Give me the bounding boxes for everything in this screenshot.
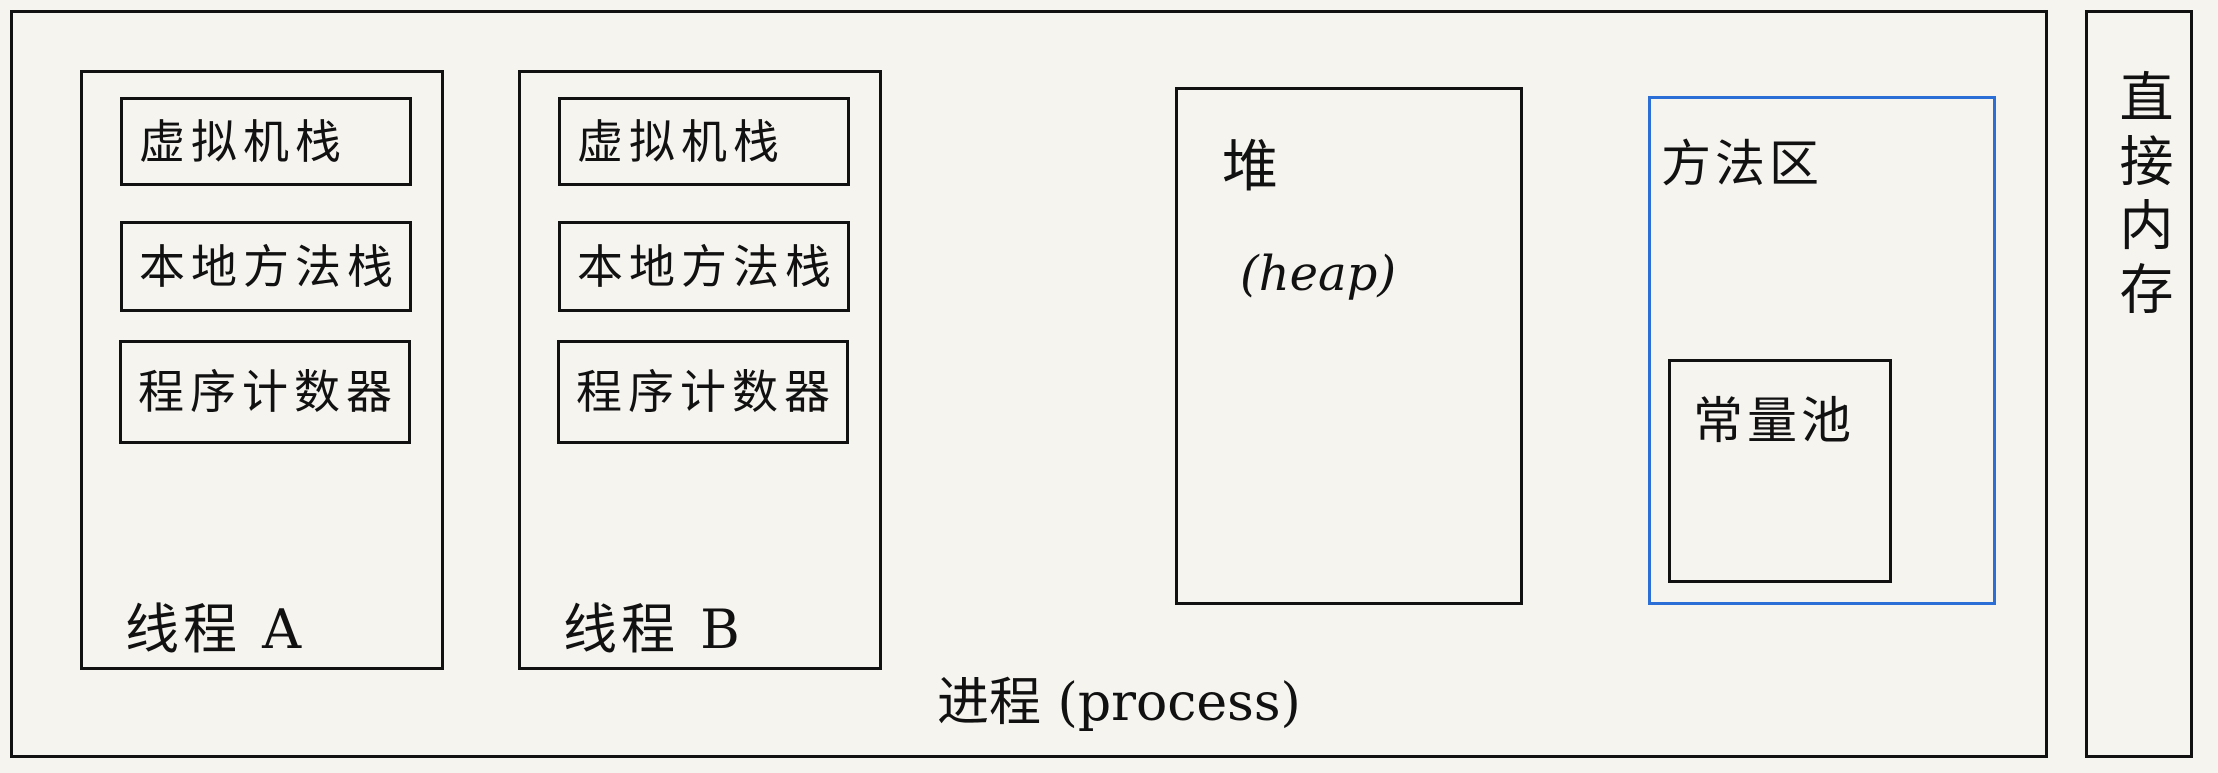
jvm-stack-label: 虚拟机栈 [139, 114, 347, 169]
method-area-box: 方法区 常量池 [1648, 96, 1996, 605]
thread-b-box: 虚拟机栈 本地方法栈 程序计数器 线程 B [518, 70, 882, 670]
thread-a-box: 虚拟机栈 本地方法栈 程序计数器 线程 A [80, 70, 444, 670]
method-area-label: 方法区 [1661, 135, 1823, 193]
constant-pool-box: 常量池 [1668, 359, 1892, 583]
direct-memory-box: 直接内存 [2085, 10, 2193, 758]
native-method-stack-box: 本地方法栈 [558, 221, 850, 312]
program-counter-box: 程序计数器 [557, 340, 849, 444]
native-method-stack-label: 本地方法栈 [139, 239, 399, 294]
program-counter-box: 程序计数器 [119, 340, 411, 444]
process-label: 进程 (process) [937, 673, 1301, 733]
thread-a-label: 线程 A [125, 598, 306, 661]
heap-label: 堆 [1222, 135, 1278, 200]
direct-memory-label: 直接内存 [2110, 69, 2173, 325]
program-counter-label: 程序计数器 [576, 365, 836, 419]
jvm-stack-box: 虚拟机栈 [558, 97, 850, 186]
constant-pool-label: 常量池 [1693, 392, 1855, 450]
jvm-stack-box: 虚拟机栈 [120, 97, 412, 186]
thread-b-label: 线程 B [563, 598, 744, 661]
heap-box: 堆 (heap) [1175, 87, 1523, 605]
heap-sublabel: (heap) [1240, 246, 1397, 302]
program-counter-label: 程序计数器 [138, 365, 398, 419]
native-method-stack-label: 本地方法栈 [577, 239, 837, 294]
native-method-stack-box: 本地方法栈 [120, 221, 412, 312]
jvm-stack-label: 虚拟机栈 [577, 114, 785, 169]
